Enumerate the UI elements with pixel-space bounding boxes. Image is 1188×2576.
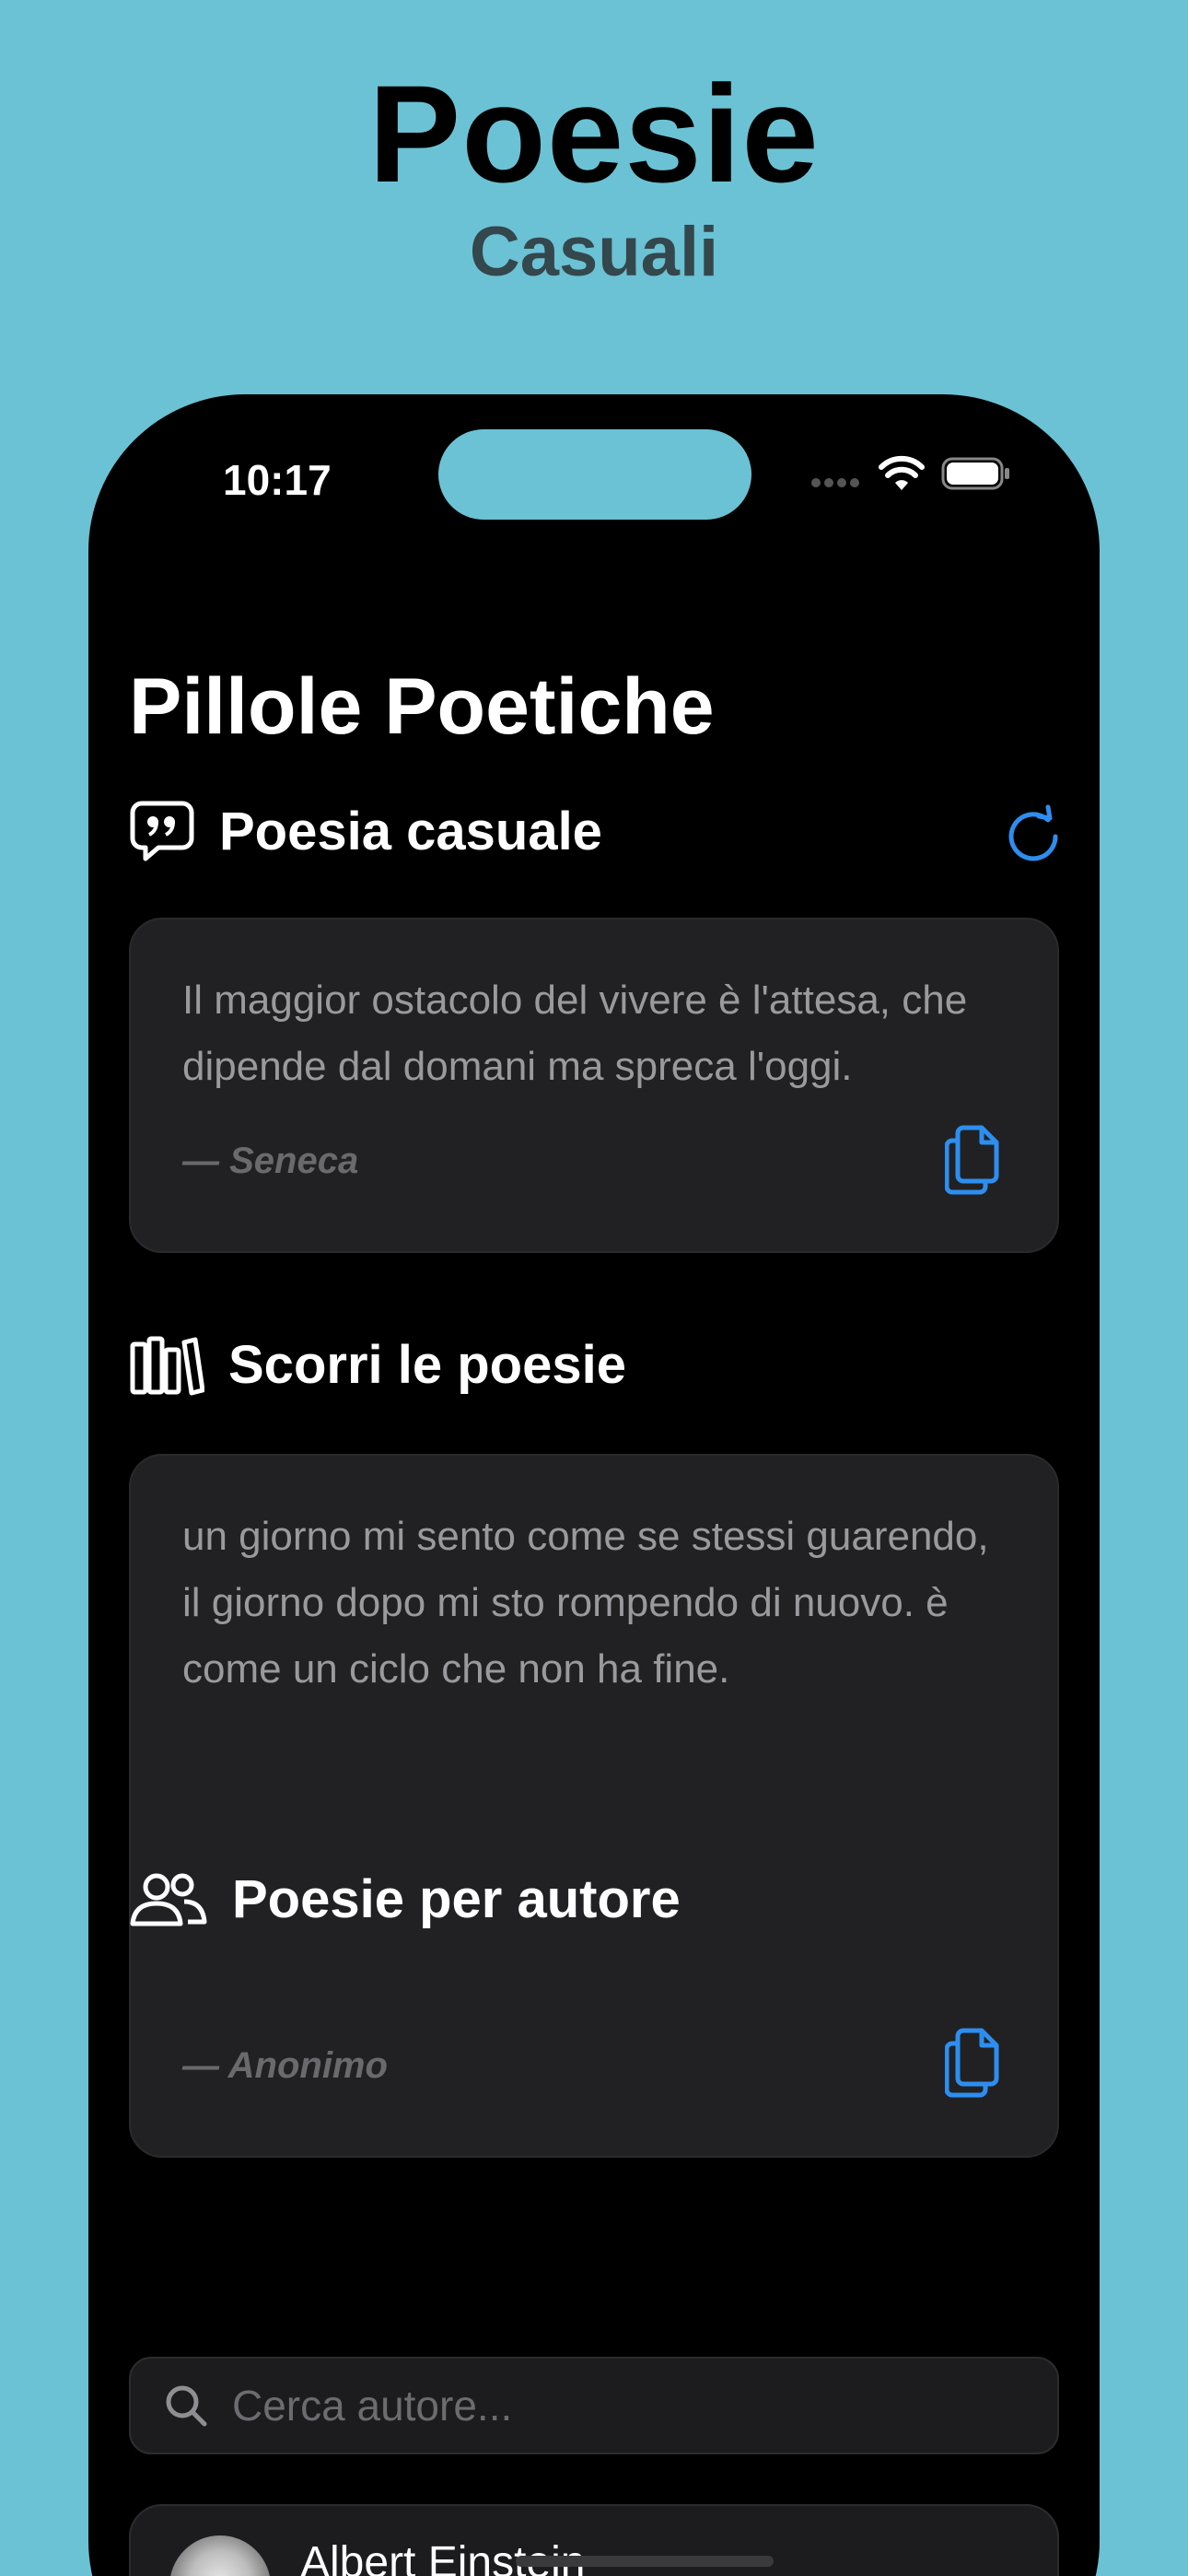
- status-time: 10:17: [223, 456, 332, 504]
- author-search-field[interactable]: Cerca autore...: [129, 2357, 1059, 2454]
- copy-icon[interactable]: [945, 2027, 1006, 2099]
- books-icon: [130, 1336, 204, 1395]
- random-poem-text: Il maggior ostacolo del vivere è l'attes…: [182, 978, 968, 1089]
- home-indicator[interactable]: [516, 2556, 774, 2567]
- people-icon: [130, 1873, 207, 1926]
- browse-section-header: Scorri le poesie: [129, 1334, 626, 1396]
- app-title: Pillole Poetiche: [129, 662, 715, 751]
- author-section-title: Poesie per autore: [232, 1869, 681, 1929]
- random-poem-author: — Seneca: [182, 1141, 359, 1181]
- browse-section-title: Scorri le poesie: [228, 1335, 626, 1395]
- random-section-header: Poesia casuale: [129, 800, 602, 862]
- quote-bubble-icon: [130, 801, 194, 861]
- browse-poem-card[interactable]: un giorno mi sento come se stessi guaren…: [129, 1454, 1059, 2158]
- copy-icon[interactable]: [945, 1124, 1006, 1196]
- search-icon: [166, 2385, 207, 2427]
- author-search-placeholder: Cerca autore...: [232, 2382, 513, 2430]
- browse-poem-text: un giorno mi sento come se stessi guaren…: [182, 1514, 989, 1692]
- avatar: [169, 2535, 271, 2576]
- phone-frame: 10:17 Pillole Poetiche Poesia casuale Il…: [88, 394, 1100, 2576]
- promo-title: Poesie: [368, 56, 820, 211]
- battery-icon: [941, 457, 1009, 490]
- random-poem-card: Il maggior ostacolo del vivere è l'attes…: [129, 918, 1059, 1253]
- dynamic-island: [438, 429, 751, 520]
- refresh-icon[interactable]: [998, 800, 1068, 870]
- random-section-title: Poesia casuale: [219, 801, 602, 861]
- browse-poem-author: — Anonimo: [182, 2045, 388, 2086]
- wifi-icon: [879, 455, 925, 490]
- signal-icon: [811, 478, 859, 487]
- author-section-header: Poesie per autore: [129, 1868, 681, 1930]
- promo-subtitle: Casuali: [469, 213, 719, 291]
